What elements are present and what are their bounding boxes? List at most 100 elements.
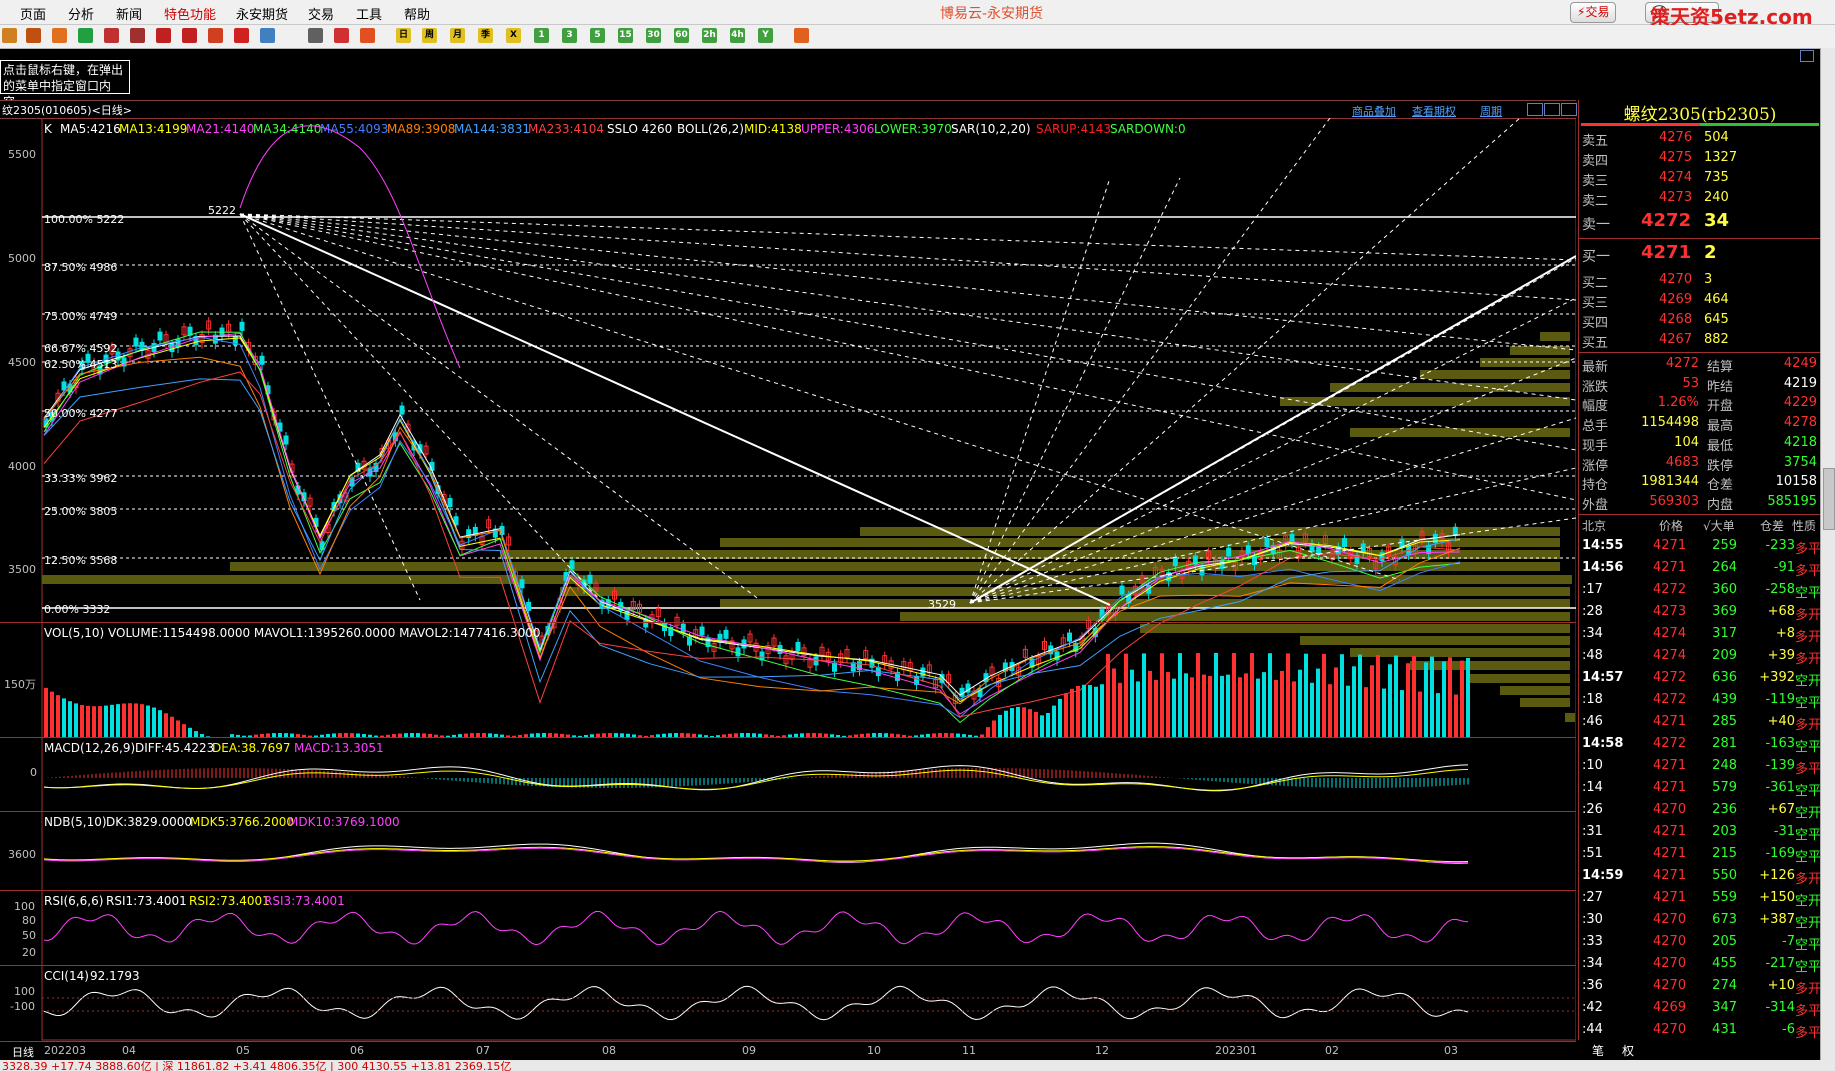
candle-body [259, 355, 265, 365]
5min-icon[interactable]: 5 [590, 28, 605, 43]
volume-bar [50, 691, 54, 738]
cci-line [43, 985, 1469, 1021]
tick-row: :34 4270 455 -217 空平 [1582, 956, 1821, 975]
pane-divider [0, 811, 1576, 812]
window-icon[interactable] [130, 28, 145, 43]
15min-icon[interactable]: 15 [618, 28, 633, 43]
tab-rights[interactable]: 权 [1622, 1042, 1634, 1059]
menu-trade[interactable]: 交易 [308, 4, 334, 23]
volume-bar [1460, 660, 1464, 738]
table-icon[interactable] [308, 28, 323, 43]
volume-profile-bar [1420, 370, 1570, 379]
ask5-row: 卖五 4276 504 [1582, 130, 1729, 149]
indicator-icon[interactable] [260, 28, 275, 43]
stat-row: 持仓 1981344 仓差 10158 [1582, 474, 1817, 494]
overlay-link[interactable]: 商品叠加 [1352, 103, 1396, 119]
menu-features[interactable]: 特色功能 [164, 4, 216, 23]
vertical-scrollbar[interactable] [1820, 48, 1835, 1060]
3min-icon[interactable]: 3 [562, 28, 577, 43]
volume-bar [1064, 693, 1068, 738]
fib-label-625: 62.50% 4513 [44, 358, 118, 371]
volume-bar [1256, 678, 1260, 738]
fib-label-25: 25.00% 3805 [44, 505, 118, 518]
restore-icon[interactable] [1561, 103, 1577, 116]
shrink-icon[interactable] [1527, 103, 1543, 116]
tick-row: :17 4272 360 -258 空平 [1582, 582, 1821, 601]
line-chart-icon[interactable] [334, 28, 349, 43]
y-tick-5000: 5000 [8, 252, 36, 265]
pane-divider [0, 890, 1576, 891]
scrollbar-thumb[interactable] [1823, 468, 1835, 530]
volume-bar [74, 703, 78, 738]
1min-icon[interactable]: 1 [534, 28, 549, 43]
volume-bar [1154, 680, 1158, 738]
refresh-icon[interactable] [78, 28, 93, 43]
zoom-out-icon[interactable] [182, 28, 197, 43]
volume-bar [1358, 654, 1362, 738]
folder-icon[interactable] [26, 28, 41, 43]
maximize-icon[interactable] [1800, 50, 1814, 62]
vol-indicator: VOL(5,10) VOLUME:1154498.0000 MAVOL1:139… [44, 626, 541, 640]
symbol-label: 纹2305(010605)<日线> [2, 104, 133, 117]
tab-ticks[interactable]: 笔 [1592, 1042, 1604, 1059]
zoom-in-icon[interactable] [156, 28, 171, 43]
2h-icon[interactable]: 2h [702, 28, 717, 43]
fib-label-125: 12.50% 3568 [44, 554, 118, 567]
menu-tools[interactable]: 工具 [356, 4, 382, 23]
stat-row: 最新 4272 结算 4249 [1582, 356, 1817, 375]
volume-bar [1004, 710, 1008, 738]
candle-body [813, 656, 819, 666]
candle-body [1119, 585, 1125, 595]
week-period-icon[interactable]: 周 [422, 28, 437, 43]
tick-row: :10 4271 248 -139 多平 [1582, 758, 1821, 777]
tick-row: :36 4270 274 +10 多开 [1582, 978, 1821, 997]
trade-button[interactable]: ⚡交易 [1570, 2, 1617, 23]
volume-bar [1172, 678, 1176, 738]
panel-tabs: 笔 权 [1578, 1040, 1820, 1060]
trend-line [239, 213, 1111, 606]
custom-period-icon[interactable]: X [506, 28, 521, 43]
kline-icon[interactable] [360, 28, 375, 43]
gann-fan-line [239, 213, 1576, 451]
year-icon[interactable]: Y [758, 28, 773, 43]
list-icon[interactable] [52, 28, 67, 43]
x-axis: 日线 202203 04 05 06 07 08 09 10 11 12 202… [0, 1041, 1576, 1060]
menu-yongan[interactable]: 永安期货 [236, 4, 288, 23]
gann-fan-line [239, 213, 421, 601]
low-point-label: 3529 [928, 598, 956, 611]
rsi2: RSI2:73.4001 [189, 894, 270, 908]
pen-icon[interactable] [208, 28, 223, 43]
tick-row: :18 4272 439 -119 空平 [1582, 692, 1821, 711]
candle-body [1172, 557, 1178, 567]
macd-diff: DIFF:45.4223 [135, 741, 215, 755]
day-period-icon[interactable]: 日 [396, 28, 411, 43]
stat-row: 现手 104 最低 4218 [1582, 434, 1817, 454]
calendar-icon[interactable] [794, 28, 809, 43]
ndb-mdk10: MDK10:3769.1000 [288, 815, 400, 829]
volume-bar [116, 704, 120, 738]
volume-bar [1232, 653, 1236, 738]
season-period-icon[interactable]: 季 [478, 28, 493, 43]
volume-bar [1220, 675, 1224, 738]
menu-news[interactable]: 新闻 [116, 4, 142, 23]
options-link[interactable]: 查看期权 [1412, 103, 1456, 119]
fib-label-6667: 66.67% 4592 [44, 342, 118, 355]
30min-icon[interactable]: 30 [646, 28, 661, 43]
menu-analysis[interactable]: 分析 [68, 4, 94, 23]
ndb-mdk5-line [43, 846, 1469, 863]
menu-help[interactable]: 帮助 [404, 4, 430, 23]
menu-page[interactable]: 页面 [20, 4, 46, 23]
volume-bar [134, 703, 138, 738]
panel-icon[interactable] [104, 28, 119, 43]
home-icon[interactable] [2, 28, 17, 43]
filter-icon[interactable] [234, 28, 249, 43]
expand-icon[interactable] [1544, 103, 1560, 116]
month-period-icon[interactable]: 月 [450, 28, 465, 43]
60min-icon[interactable]: 60 [674, 28, 689, 43]
4h-icon[interactable]: 4h [730, 28, 745, 43]
period-link[interactable]: 周期 [1480, 103, 1502, 119]
candle-body [1342, 538, 1347, 548]
volume-bar [1148, 670, 1152, 738]
volume-bar [182, 724, 186, 738]
volume-profile-bar [560, 587, 1570, 596]
